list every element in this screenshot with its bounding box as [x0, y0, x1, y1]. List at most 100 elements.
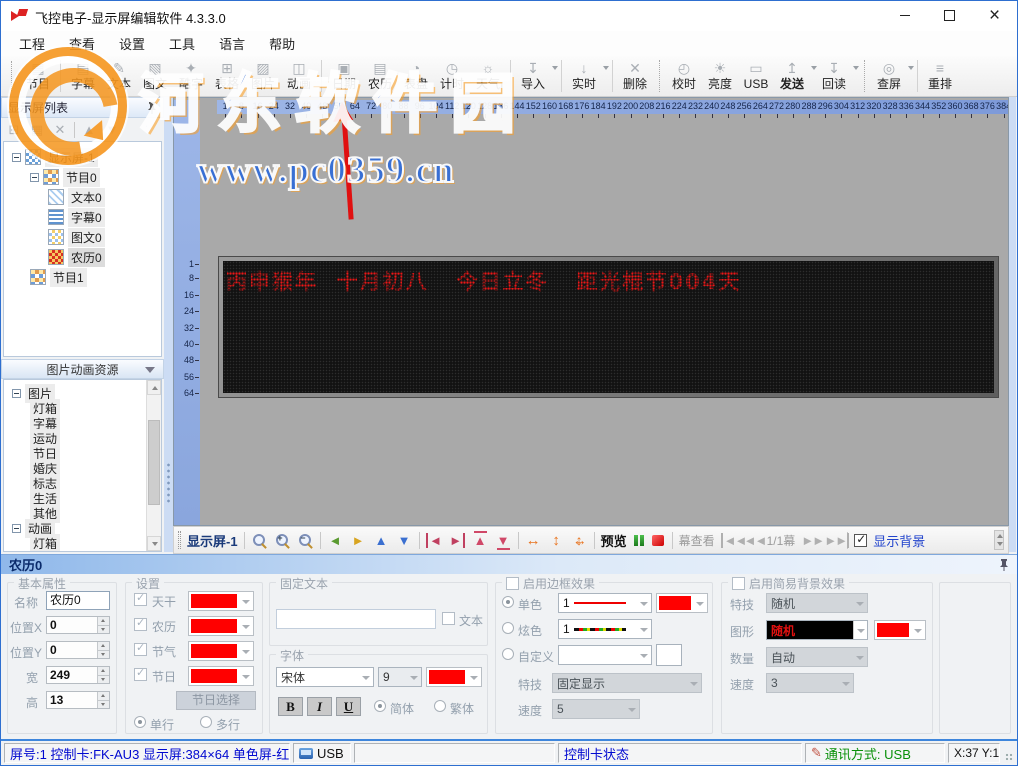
- custom-style-dropdown[interactable]: [558, 645, 652, 665]
- tree-node[interactable]: 生活: [4, 491, 161, 506]
- border-effect-dropdown[interactable]: 固定显示: [552, 673, 702, 693]
- stop-icon[interactable]: [651, 532, 666, 549]
- dazzle-color-radio[interactable]: [502, 622, 514, 634]
- width-stepper[interactable]: 249: [46, 666, 110, 684]
- tree-node[interactable]: 节目0: [4, 167, 161, 187]
- stretch-full-icon[interactable]: [571, 532, 588, 549]
- tree-node[interactable]: 文本0: [4, 187, 161, 207]
- dazzle-style-dropdown[interactable]: 1: [558, 619, 652, 639]
- toolbar-button-image[interactable]: ▨图片: [245, 57, 281, 95]
- close-button[interactable]: [972, 1, 1017, 30]
- toolbar-button-delete[interactable]: ✕删除: [617, 57, 653, 95]
- align-top-icon[interactable]: [472, 532, 489, 549]
- add-program-icon[interactable]: ▦: [28, 122, 46, 138]
- zoom-reset-icon[interactable]: [251, 532, 268, 549]
- resources-header[interactable]: 图片动画资源: [1, 359, 164, 379]
- tree-node[interactable]: 动画: [4, 521, 161, 536]
- bg-effect-dropdown[interactable]: 随机: [766, 593, 868, 613]
- toolbar-button-weather[interactable]: ☼天气: [470, 57, 506, 95]
- menu-item[interactable]: 工具: [157, 31, 207, 56]
- holiday-select-button[interactable]: 节日选择: [176, 691, 256, 710]
- border-speed-dropdown[interactable]: 5: [552, 699, 640, 719]
- move-left-icon[interactable]: [327, 532, 344, 549]
- toolbar-button-subtitle[interactable]: ▤字幕: [65, 57, 101, 95]
- align-bottom-icon[interactable]: [495, 532, 512, 549]
- tiangan-color-dropdown[interactable]: [188, 591, 254, 611]
- color-palette-button[interactable]: [656, 644, 682, 666]
- scrollbar-thumb[interactable]: [148, 420, 160, 505]
- tree-node[interactable]: 灯箱: [4, 536, 161, 551]
- dropdown-arrow[interactable]: [853, 66, 859, 70]
- dropdown-arrow[interactable]: [908, 66, 914, 70]
- stretch-horizontal-icon[interactable]: [525, 532, 542, 549]
- single-line-radio[interactable]: [134, 716, 146, 728]
- name-input[interactable]: 农历0: [46, 591, 110, 610]
- expander-icon[interactable]: [12, 153, 21, 162]
- tree-node[interactable]: 图文0: [4, 227, 161, 247]
- pause-icon[interactable]: [633, 532, 645, 549]
- bg-count-dropdown[interactable]: 自动: [766, 647, 868, 667]
- mono-color-radio[interactable]: [502, 596, 514, 608]
- toolbar-button-date[interactable]: ▣日期: [326, 57, 362, 95]
- italic-button[interactable]: I: [307, 697, 332, 716]
- scroll-up-icon[interactable]: [147, 380, 161, 395]
- tree-node[interactable]: 字幕: [4, 551, 161, 552]
- border-effect-checkbox[interactable]: [506, 577, 519, 590]
- height-stepper[interactable]: 13: [46, 691, 110, 709]
- custom-radio[interactable]: [502, 648, 514, 660]
- prev-frame-icon[interactable]: [744, 532, 761, 549]
- font-size-dropdown[interactable]: 9: [378, 667, 422, 687]
- zoom-out-icon[interactable]: [297, 532, 314, 549]
- holiday-color-dropdown[interactable]: [188, 666, 254, 686]
- pin-icon[interactable]: [147, 101, 157, 114]
- design-canvas[interactable]: 1816243240485664728088961041121201281361…: [173, 97, 1009, 526]
- solar-term-color-dropdown[interactable]: [188, 641, 254, 661]
- pos-x-stepper[interactable]: 0: [46, 616, 110, 634]
- align-left-icon[interactable]: [426, 532, 443, 549]
- bg-effect-checkbox[interactable]: [732, 577, 745, 590]
- menu-item[interactable]: 设置: [107, 31, 157, 56]
- move-down-icon[interactable]: ▼: [103, 122, 121, 137]
- toolbar-button-timer[interactable]: ◷计时: [434, 57, 470, 95]
- toolbar-button-realtime[interactable]: ↓实时: [566, 57, 608, 95]
- pin-icon[interactable]: [999, 558, 1009, 571]
- fixed-text-input[interactable]: [276, 609, 436, 629]
- scroll-down-icon[interactable]: [147, 536, 161, 551]
- zoom-in-icon[interactable]: [274, 532, 291, 549]
- dropdown-arrow[interactable]: [552, 66, 558, 70]
- move-down-arrow-icon[interactable]: [396, 532, 413, 549]
- bg-color-dropdown[interactable]: [874, 620, 926, 640]
- toolbar-button-animation[interactable]: ◫动画: [281, 57, 317, 95]
- resources-scrollbar[interactable]: [146, 380, 161, 551]
- toolbar-button-import[interactable]: ↧导入: [515, 57, 557, 95]
- led-matrix[interactable]: 丙申猴年 十月初八 今日立冬 距光棍节004天: [223, 261, 994, 393]
- mono-style-dropdown[interactable]: 1: [558, 593, 652, 613]
- toolbar-button-usb[interactable]: ▭USB: [738, 57, 774, 95]
- delete-node-icon[interactable]: ✕: [51, 122, 69, 138]
- toolbar-grip[interactable]: [178, 531, 181, 549]
- show-background-checkbox[interactable]: [854, 534, 867, 547]
- pos-y-stepper[interactable]: 0: [46, 641, 110, 659]
- tree-node[interactable]: 字幕: [4, 416, 161, 431]
- menu-item[interactable]: 查看: [57, 31, 107, 56]
- toolbar-button-send[interactable]: ↥发送: [774, 57, 816, 95]
- tiangan-checkbox[interactable]: [134, 593, 147, 606]
- last-frame-icon[interactable]: [824, 532, 841, 549]
- font-family-dropdown[interactable]: 宋体: [276, 667, 374, 687]
- bg-speed-dropdown[interactable]: 3: [766, 673, 854, 693]
- font-color-dropdown[interactable]: [426, 667, 482, 687]
- toolbar-button-screen-check[interactable]: ◎查屏: [871, 57, 913, 95]
- menu-item[interactable]: 语言: [207, 31, 257, 56]
- toolbar-button-brightness[interactable]: ☀亮度: [702, 57, 738, 95]
- traditional-radio[interactable]: [434, 700, 446, 712]
- tree-node[interactable]: 婚庆: [4, 461, 161, 476]
- mini-scrollbar[interactable]: [994, 530, 1004, 550]
- toolbar-button-rearrange[interactable]: ≡重排: [922, 57, 958, 95]
- tree-node[interactable]: 字幕0: [4, 207, 161, 227]
- minimize-button[interactable]: [882, 1, 927, 30]
- border-color-dropdown[interactable]: [656, 593, 708, 613]
- add-screen-icon[interactable]: ⊞: [5, 122, 23, 138]
- lunar-checkbox[interactable]: [134, 618, 147, 631]
- tree-node[interactable]: 节目1: [4, 267, 161, 287]
- dropdown-arrow[interactable]: [603, 66, 609, 70]
